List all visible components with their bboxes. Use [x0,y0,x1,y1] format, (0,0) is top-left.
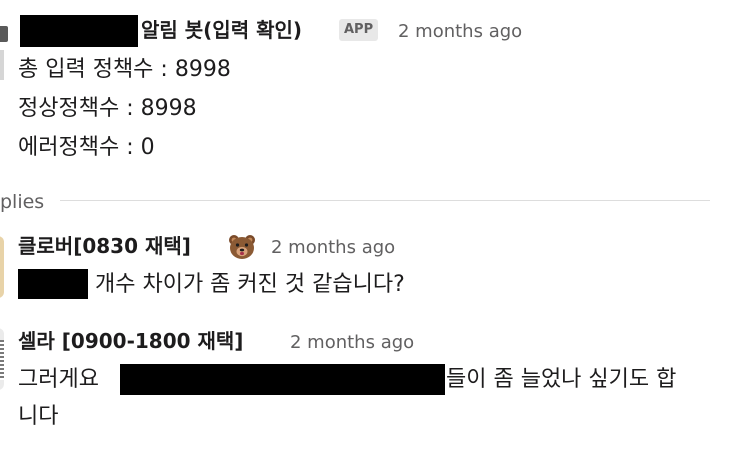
reply-sender-name[interactable]: 클로버[0830 재택] [18,231,191,261]
reply-text-line-2: 니다 [18,404,59,429]
replies-label: plies [0,191,45,213]
avatar[interactable] [0,26,8,42]
reply-sender-name[interactable]: 셀라 [0900-1800 재택] [18,326,243,356]
redacted-mention [18,269,88,299]
reply-avatar[interactable] [0,236,4,298]
message-timestamp[interactable]: 2 months ago [398,17,522,47]
reply-avatar-detail [0,340,4,380]
reply-text-end: 들이 좀 늘었나 싶기도 합 [446,367,677,392]
avatar-shadow [0,50,4,80]
redacted-sender-prefix [20,15,138,47]
bear-emoji-icon [228,234,255,259]
message-line-1: 총 입력 정책수 : 8998 [18,57,231,82]
replies-divider [60,200,710,201]
app-badge: APP [339,19,379,41]
reply-text: 개수 차이가 좀 커진 것 같습니다? [95,272,405,297]
sender-name[interactable]: 알림 봇(입력 확인) [141,15,302,45]
reply-timestamp[interactable]: 2 months ago [271,233,395,263]
message-line-2: 정상정책수 : 8998 [18,96,197,121]
message-line-3: 에러정책수 : 0 [18,135,155,160]
reply-timestamp[interactable]: 2 months ago [290,328,414,358]
redacted-text [120,364,445,395]
reply-text-start: 그러게요 [18,367,99,392]
